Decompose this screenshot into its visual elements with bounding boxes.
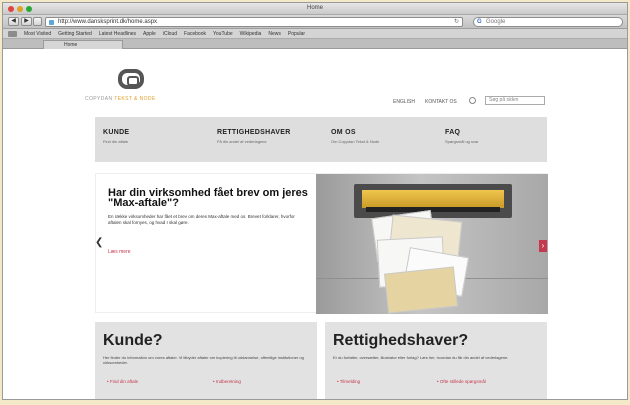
tab-home[interactable]: Home — [43, 40, 123, 49]
bookmark-item[interactable]: YouTube — [213, 31, 233, 37]
kunde-box: Kunde? Her finder du information om vore… — [95, 322, 317, 399]
nav-kunde[interactable]: KUNDE Find din aftale — [103, 129, 203, 144]
hero-carousel: Har din virksomhed fået brev om jeres "M… — [95, 173, 548, 314]
url-text: http://www.dansksprint.dk/home.aspx — [58, 19, 158, 25]
logo-text: COPYDAN TEKST & NODE — [85, 96, 156, 102]
forward-button[interactable]: ▶ — [21, 17, 32, 26]
bookmark-item[interactable]: Getting Started — [58, 31, 92, 37]
nav-title: OM OS — [331, 129, 356, 136]
hero-text: En række virksomheder har fået et brev o… — [108, 214, 295, 225]
rettighedshaver-box: Rettighedshaver? Er du forfatter, oversæ… — [325, 322, 547, 399]
hero-read-more-link[interactable]: Læs mere — [108, 249, 131, 255]
search-input[interactable]: G Google — [473, 17, 623, 27]
hero-image-mail-slot — [316, 174, 548, 314]
site-favicon-icon — [49, 20, 54, 25]
search-placeholder: Google — [486, 19, 506, 25]
box-link[interactable]: Indberetning — [213, 379, 241, 384]
mail-slot-opening — [366, 207, 500, 212]
bookmark-item[interactable]: Popular — [288, 31, 305, 37]
nav-om-os[interactable]: OM OS Om Copydan Tekst & Node — [331, 129, 431, 144]
nav-title: KUNDE — [103, 129, 130, 136]
box-link[interactable]: Ofte stillede spørgsmål — [437, 379, 486, 384]
user-icon[interactable] — [469, 97, 476, 104]
site-logo[interactable]: COPYDAN TEKST & NODE — [85, 65, 185, 105]
carousel-next-icon[interactable]: › — [539, 240, 547, 252]
site-search-input[interactable]: Søg på siden — [485, 96, 545, 105]
back-button[interactable]: ◀ — [8, 17, 19, 26]
mail-slot-flap — [362, 190, 504, 208]
hero-title: Har din virksomhed fået brev om jeres "M… — [108, 187, 308, 209]
tab-bar: Home — [3, 39, 627, 49]
nav-description: Om Copydan Tekst & Node — [331, 139, 380, 144]
main-navigation: KUNDE Find din aftale RETTIGHEDSHAVER Få… — [95, 117, 547, 162]
bookmark-item[interactable]: News — [268, 31, 281, 37]
nav-description: Få din andel af vederlagene — [217, 139, 267, 144]
nav-description: Find din aftale — [103, 139, 129, 144]
bookmark-item[interactable]: Wikipedia — [240, 31, 262, 37]
english-link[interactable]: ENGLISH — [393, 99, 415, 105]
bookmark-item[interactable]: Apple — [143, 31, 156, 37]
box-title: Kunde? — [103, 332, 163, 349]
nav-title: RETTIGHEDSHAVER — [217, 129, 291, 136]
box-link[interactable]: Tilmelding — [337, 379, 360, 384]
logo-name: COPYDAN — [85, 96, 115, 102]
title-bar: Home — [3, 3, 627, 15]
box-link[interactable]: Find din aftale — [107, 379, 138, 384]
browser-toolbar: ◀ ▶ http://www.dansksprint.dk/home.aspx … — [3, 15, 627, 29]
bookmark-item[interactable]: iCloud — [163, 31, 177, 37]
box-text: Her finder du information om vores aftal… — [103, 355, 304, 365]
address-bar[interactable]: http://www.dansksprint.dk/home.aspx ↻ — [45, 17, 463, 27]
nav-faq[interactable]: FAQ Spørgsmål og svar — [445, 129, 545, 144]
bookmark-item[interactable]: Facebook — [184, 31, 206, 37]
google-icon: G — [477, 19, 482, 25]
contact-link[interactable]: KONTAKT OS — [425, 99, 457, 105]
bookmark-item[interactable]: Latest Headlines — [99, 31, 136, 37]
nav-rettighedshaver[interactable]: RETTIGHEDSHAVER Få din andel af vederlag… — [217, 129, 317, 144]
share-button[interactable] — [33, 17, 42, 26]
nav-title: FAQ — [445, 129, 461, 136]
page-content: COPYDAN TEKST & NODE ENGLISH KONTAKT OS … — [3, 51, 627, 399]
reload-icon[interactable]: ↻ — [454, 18, 459, 26]
bookmarks-icon[interactable] — [8, 30, 17, 37]
carousel-prev-icon[interactable]: ❮ — [95, 238, 103, 248]
bookmarks-bar: Most Visited Getting Started Latest Head… — [3, 29, 627, 39]
bookmark-item[interactable]: Most Visited — [24, 31, 51, 37]
letter — [384, 266, 458, 314]
box-title: Rettighedshaver? — [333, 332, 469, 349]
logo-accent: TEKST & NODE — [114, 96, 156, 102]
logo-mark-icon — [118, 69, 144, 89]
nav-description: Spørgsmål og svar — [445, 139, 479, 144]
box-text: Er du forfatter, oversætter, illustrator… — [333, 355, 509, 360]
window-title: Home — [306, 5, 323, 11]
browser-window: Home ◀ ▶ http://www.dansksprint.dk/home.… — [2, 2, 628, 400]
